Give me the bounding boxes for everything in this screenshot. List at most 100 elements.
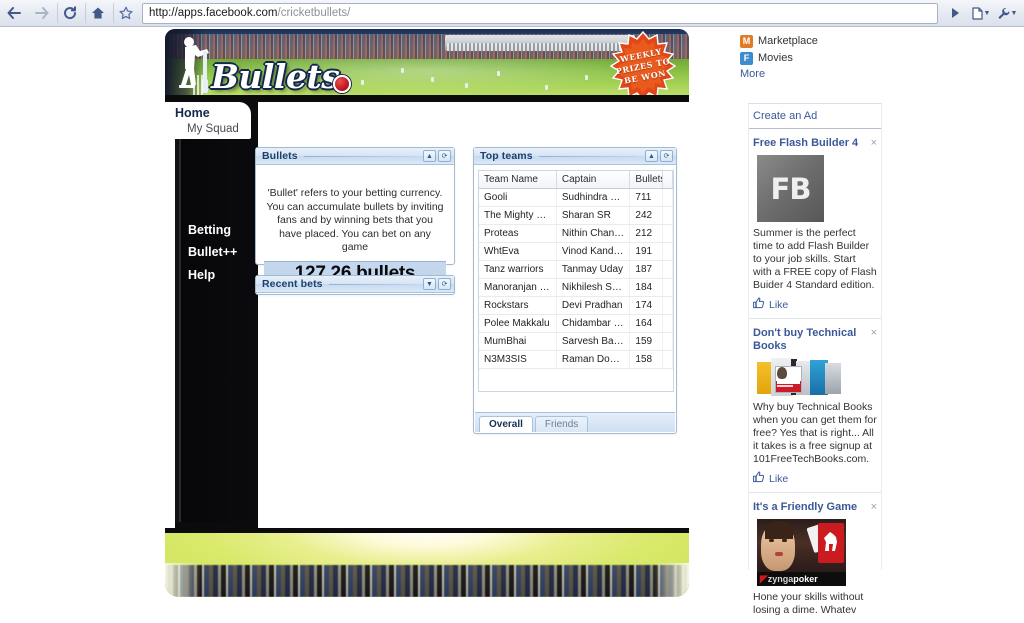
sidebar-item-marketplace[interactable]: M Marketplace <box>740 33 892 49</box>
column-header[interactable]: Team Name <box>479 171 557 189</box>
footer-right-fade <box>653 563 689 597</box>
create-an-ad-link[interactable]: Create an Ad <box>749 104 881 129</box>
table-cell: 711 <box>629 188 664 207</box>
tools-menu-button[interactable]: ▼ <box>995 2 1019 24</box>
table-cell: 159 <box>629 332 664 351</box>
app-header-banner: Bullets WEEKLY PRIZES TO BE WON <box>165 29 689 102</box>
top-teams-panel: Top teams ▲ ⟳ Team Name Captain Bullets Go… <box>473 147 677 434</box>
table-row[interactable]: The Mighty De... Sharan SR 242 <box>479 206 673 225</box>
forward-button[interactable] <box>29 2 55 24</box>
table-cell: Nithin Chandra <box>556 224 631 243</box>
table-cell-spacer <box>662 188 673 207</box>
bookmark-button[interactable] <box>113 2 139 24</box>
recent-bets-panel-header[interactable]: Recent bets ▼ ⟳ <box>256 276 454 293</box>
tab-overall[interactable]: Overall <box>479 416 533 432</box>
table-cell: WhtEva <box>479 242 557 261</box>
table-cell-spacer <box>662 260 673 279</box>
table-cell: MumBhai <box>479 332 557 351</box>
column-header-spacer <box>662 171 673 189</box>
table-row[interactable]: Gooli Sudhindra Ka... 711 <box>479 188 673 207</box>
address-bar[interactable]: http://apps.facebook.com/cricketbullets/ <box>142 2 938 24</box>
table-cell: Polee Makkalu <box>479 314 557 333</box>
table-cell: 174 <box>629 296 664 315</box>
thumbs-up-icon <box>753 297 769 312</box>
table-row[interactable]: WhtEva Vinod Kandukuri 191 <box>479 242 673 261</box>
table-row[interactable]: Tanz warriors Tanmay Uday 187 <box>479 260 673 279</box>
table-row[interactable]: Polee Makkalu Chidambar Ku... 164 <box>479 314 673 333</box>
ad-header: It's a Friendly Game × <box>753 501 877 514</box>
column-header[interactable]: Bullets <box>629 171 664 189</box>
sidebar-item-betting[interactable]: Betting <box>188 223 231 237</box>
top-teams-panel-header: Top teams ▲ ⟳ <box>474 148 676 165</box>
footer-left-fade <box>165 563 201 597</box>
ad-thumbnail[interactable]: ◤ zynga poker <box>757 519 877 586</box>
go-button[interactable] <box>943 2 967 24</box>
chevron-down-icon: ▼ <box>983 9 991 17</box>
table-cell: Tanmay Uday <box>556 260 631 279</box>
sidebar-item-home[interactable]: Home <box>175 106 210 120</box>
tab-friends[interactable]: Friends <box>534 416 589 432</box>
ad-thumbnail[interactable] <box>757 358 877 396</box>
refresh-icon[interactable]: ⟳ <box>438 278 451 290</box>
url-domain: http://apps.facebook.com <box>149 7 278 19</box>
url-path: /cricketbullets/ <box>277 7 351 19</box>
sidebar-item-movies[interactable]: F Movies <box>740 50 892 66</box>
top-teams-panel-title: Top teams <box>480 150 533 162</box>
page-content: Bullets WEEKLY PRIZES TO BE WON Betting … <box>0 27 1024 616</box>
ad-item[interactable]: Free Flash Builder 4 × FB Summer is the … <box>749 129 881 319</box>
ad-thumbnail[interactable]: FB <box>757 155 877 222</box>
wrench-icon <box>997 7 1010 20</box>
table-cell-spacer <box>662 350 673 369</box>
ad-like-label: Like <box>769 472 789 485</box>
home-button[interactable] <box>85 2 111 24</box>
table-cell: Sharan SR <box>556 206 631 225</box>
refresh-icon[interactable]: ⟳ <box>660 150 673 162</box>
table-cell: Sarvesh Baliga <box>556 332 631 351</box>
refresh-icon[interactable]: ⟳ <box>438 150 451 162</box>
marketplace-icon: M <box>740 34 753 48</box>
collapse-up-icon[interactable]: ▲ <box>423 150 436 162</box>
table-cell: Nikhilesh Shri... <box>556 278 631 297</box>
close-icon[interactable]: × <box>871 327 877 340</box>
expand-down-icon[interactable]: ▼ <box>423 278 436 290</box>
sidebar-item-help[interactable]: Help <box>188 268 215 282</box>
table-row[interactable]: N3M3SIS Raman Dokka 158 <box>479 350 673 369</box>
table-cell-spacer <box>662 296 673 315</box>
reload-button[interactable] <box>57 2 83 24</box>
header-rule <box>538 155 637 157</box>
star-icon <box>119 6 133 20</box>
bullets-panel-header: Bullets ▲ ⟳ <box>256 148 454 165</box>
sidebar-more-link[interactable]: More <box>740 68 892 80</box>
close-icon[interactable]: × <box>871 501 877 514</box>
ad-item[interactable]: It's a Friendly Game × ◤ zynga poker Hon… <box>749 493 881 623</box>
column-header[interactable]: Captain <box>556 171 631 189</box>
url-text: http://apps.facebook.com/cricketbullets/ <box>149 7 350 19</box>
collapse-up-icon[interactable]: ▲ <box>645 150 658 162</box>
app-logo-text: Bullets <box>211 57 340 96</box>
ad-like-button[interactable]: Like <box>753 471 877 486</box>
table-body: Gooli Sudhindra Ka... 711 The Mighty De... S… <box>479 188 673 369</box>
back-button[interactable] <box>1 2 27 24</box>
banner-bottom-bar <box>165 95 689 102</box>
page-menu-icon <box>971 6 983 20</box>
table-cell-spacer <box>662 314 673 333</box>
ad-title[interactable]: It's a Friendly Game <box>753 501 867 514</box>
home-icon <box>91 6 105 20</box>
table-row[interactable]: Proteas Nithin Chandra 212 <box>479 224 673 243</box>
table-cell: Chidambar Ku... <box>556 314 631 333</box>
table-row[interactable]: Rockstars Devi Pradhan 174 <box>479 296 673 315</box>
table-cell-spacer <box>662 278 673 297</box>
table-row[interactable]: Manoranjan k... Nikhilesh Shri... 184 <box>479 278 673 297</box>
ad-item[interactable]: Don't buy Technical Books × Why buy Tech… <box>749 319 881 493</box>
sidebar-item-my-squad[interactable]: My Squad <box>187 123 239 135</box>
ad-title[interactable]: Free Flash Builder 4 <box>753 137 867 150</box>
forward-arrow-icon <box>35 7 49 19</box>
table-row[interactable]: MumBhai Sarvesh Baliga 159 <box>479 332 673 351</box>
page-menu-button[interactable]: ▼ <box>969 2 993 24</box>
ad-title[interactable]: Don't buy Technical Books <box>753 327 867 353</box>
sidebar-item-bullet-plus-plus[interactable]: Bullet++ <box>188 245 237 259</box>
ad-like-button[interactable]: Like <box>753 297 877 312</box>
close-icon[interactable]: × <box>871 137 877 150</box>
table-cell: Tanz warriors <box>479 260 557 279</box>
go-arrow-icon <box>949 7 961 19</box>
